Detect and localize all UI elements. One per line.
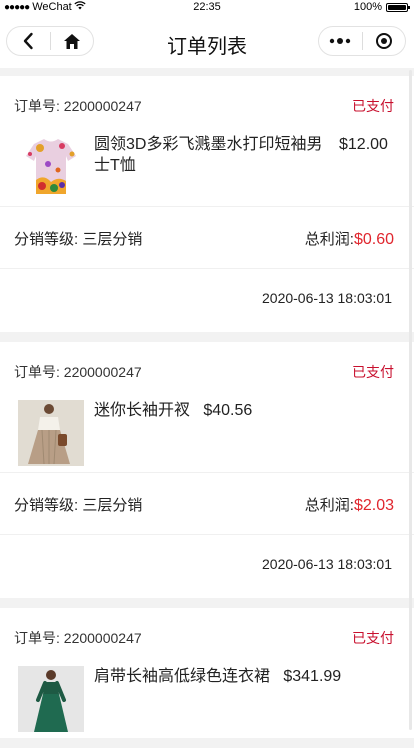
distribution-level: 分销等级: 三层分销 bbox=[14, 231, 143, 248]
order-list: 订单号: 2200000247 已支付 圆领3D多彩飞溅墨水打印短袖男士T恤 $… bbox=[0, 76, 414, 748]
target-close-icon bbox=[375, 33, 392, 49]
order-number-label: 订单号: bbox=[14, 98, 60, 114]
time-row: 2020-06-13 18:03:01 bbox=[0, 535, 414, 598]
total-profit-amount: $0.60 bbox=[353, 231, 394, 248]
product-price: $341.99 bbox=[283, 668, 342, 685]
product-name: 肩带长袖高低绿色连衣裙 $341.99 bbox=[94, 666, 341, 687]
more-dots-icon bbox=[329, 33, 351, 44]
product-name-text: 迷你长袖开衩 bbox=[94, 402, 191, 419]
product-thumbnail-dress bbox=[18, 666, 84, 732]
product-price: $12.00 bbox=[339, 136, 388, 153]
time-row: 2020-06-13 18:03:01 bbox=[0, 269, 414, 332]
total-profit-amount: $2.03 bbox=[353, 497, 394, 514]
distribution-level: 分销等级: 三层分销 bbox=[14, 497, 143, 514]
product-name: 圆领3D多彩飞溅墨水打印短袖男士T恤 bbox=[94, 136, 323, 174]
product-thumbnail-skirt bbox=[18, 400, 84, 466]
order-status: 已支付 bbox=[352, 630, 394, 646]
order-status: 已支付 bbox=[352, 364, 394, 380]
order-number-label: 订单号: bbox=[14, 364, 60, 380]
total-profit: 总利润:$2.03 bbox=[305, 494, 394, 515]
scrollbar[interactable] bbox=[409, 70, 412, 730]
order-number-value: 2200000247 bbox=[63, 364, 142, 380]
battery-percent: 100% bbox=[353, 1, 382, 13]
order-number-value: 2200000247 bbox=[63, 630, 142, 646]
order-card[interactable]: 订单号: 2200000247 已支付 肩带长袖高低绿色连衣裙 $341.99 bbox=[0, 608, 414, 738]
close-miniprogram-button[interactable] bbox=[363, 27, 406, 55]
order-number: 订单号: 2200000247 bbox=[14, 96, 142, 116]
product-price: $40.56 bbox=[203, 402, 253, 419]
battery-icon bbox=[386, 2, 410, 12]
product-row[interactable]: 肩带长袖高低绿色连衣裙 $341.99 bbox=[0, 666, 414, 738]
order-number: 订单号: 2200000247 bbox=[14, 362, 142, 382]
more-button[interactable] bbox=[319, 27, 362, 55]
distribution-row: 分销等级: 三层分销 总利润:$0.60 bbox=[0, 207, 414, 268]
order-number: 订单号: 2200000247 bbox=[14, 628, 142, 648]
nav-capsule-right bbox=[318, 26, 406, 56]
order-time: 2020-06-13 18:03:01 bbox=[262, 290, 392, 306]
status-bar-right: 100% bbox=[353, 1, 410, 13]
order-header: 订单号: 2200000247 已支付 bbox=[0, 342, 414, 400]
product-thumbnail-tshirt bbox=[18, 134, 84, 200]
order-card[interactable]: 订单号: 2200000247 已支付 圆领3D多彩飞溅墨水打印短袖男士T恤 $… bbox=[0, 76, 414, 332]
product-row[interactable]: 迷你长袖开衩 $40.56 bbox=[0, 400, 414, 472]
order-status: 已支付 bbox=[352, 98, 394, 114]
total-profit-label: 总利润: bbox=[304, 497, 354, 514]
navigation-bar: 订单列表 bbox=[0, 16, 414, 68]
product-row[interactable]: 圆领3D多彩飞溅墨水打印短袖男士T恤 $12.00 bbox=[0, 134, 414, 206]
order-header: 订单号: 2200000247 已支付 bbox=[0, 76, 414, 134]
order-card[interactable]: 订单号: 2200000247 已支付 迷你长袖开衩 $40.56 分销等级: … bbox=[0, 342, 414, 598]
distribution-row: 分销等级: 三层分销 总利润:$2.03 bbox=[0, 473, 414, 534]
status-bar: ●●●●● WeChat 22:35 100% bbox=[0, 0, 414, 16]
product-name: 迷你长袖开衩 $40.56 bbox=[94, 400, 252, 421]
total-profit-label: 总利润: bbox=[304, 231, 354, 248]
status-time: 22:35 bbox=[193, 1, 221, 13]
product-name-text: 肩带长袖高低绿色连衣裙 bbox=[94, 668, 271, 685]
order-number-label: 订单号: bbox=[14, 630, 60, 646]
total-profit: 总利润:$0.60 bbox=[305, 228, 394, 249]
order-time: 2020-06-13 18:03:01 bbox=[262, 556, 392, 572]
order-number-value: 2200000247 bbox=[63, 98, 142, 114]
order-header: 订单号: 2200000247 已支付 bbox=[0, 608, 414, 666]
